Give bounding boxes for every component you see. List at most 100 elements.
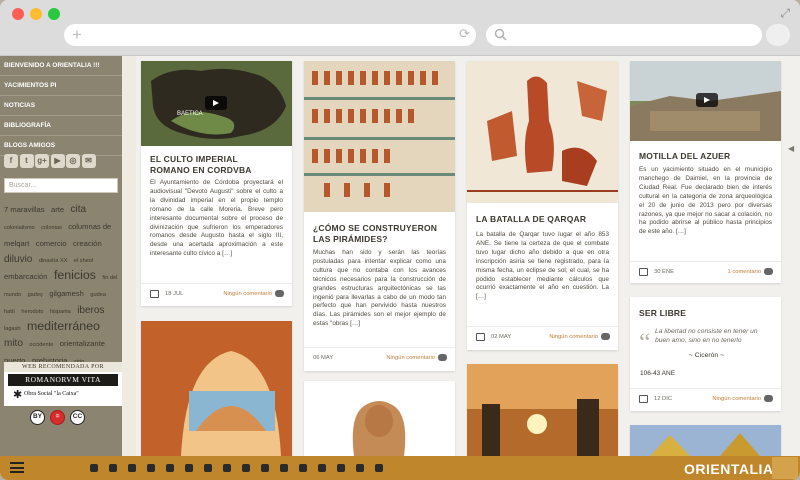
tag-link[interactable]: mediterráneo (27, 319, 100, 333)
tag-link[interactable]: iberos (77, 305, 104, 316)
clock-icon[interactable] (185, 464, 193, 472)
columns-icon[interactable] (204, 464, 212, 472)
comments-link[interactable]: Ningún comentario (386, 355, 435, 361)
sidebar-nav-item[interactable]: BIBLIOGRAFÍA (0, 116, 122, 136)
tools-icon[interactable] (147, 464, 155, 472)
sidebar-nav-item[interactable]: BLOGS AMIGOS (0, 136, 122, 156)
stack-icon[interactable] (280, 464, 288, 472)
refresh-icon[interactable] (356, 464, 364, 472)
post-title[interactable]: ¿CÓMO SE CONSTRUYERON LAS PIRÁMIDES? (313, 223, 448, 245)
comment-icon (764, 395, 773, 402)
mail-icon[interactable] (242, 464, 250, 472)
cc-by-icon[interactable]: BY (30, 410, 45, 425)
tag-link[interactable]: occidente (29, 342, 53, 348)
sphinx-image[interactable] (304, 381, 455, 456)
cc-nd-icon[interactable]: = (50, 410, 65, 425)
sidebar-nav-item[interactable]: YACIMIENTOS PI (0, 76, 122, 96)
play-icon[interactable] (205, 96, 227, 110)
comments-link[interactable]: Ningún comentario (712, 396, 761, 402)
facebook-icon[interactable]: f (4, 154, 18, 168)
menu-icon[interactable] (10, 462, 24, 473)
bank-icon[interactable] (223, 464, 231, 472)
tag-link[interactable]: gudea (90, 292, 106, 298)
tag-link[interactable]: herodoto (21, 309, 43, 315)
post-card[interactable]: BAETICA EL CULTO IMPERIAL ROMANO EN CORD… (141, 61, 292, 306)
tag-link[interactable]: 7 maravillas (4, 205, 45, 214)
cc-icon[interactable]: CC (70, 410, 85, 425)
instagram-icon[interactable]: ◎ (66, 154, 80, 168)
side-panel-toggle[interactable]: ◀ (788, 144, 794, 153)
tag-link[interactable]: colonialismo (4, 225, 35, 231)
tag-link[interactable]: orientalizante (60, 339, 105, 348)
site-brand[interactable]: ORIENTALIA (684, 461, 774, 477)
browser-menu-button[interactable] (766, 24, 790, 46)
tag-link[interactable]: arte (51, 205, 64, 214)
twitter-icon[interactable]: t (19, 154, 34, 168)
post-thumbnail[interactable]: BAETICA (141, 61, 292, 146)
comments-link[interactable]: 1 comentario (727, 269, 761, 275)
gear-icon[interactable] (166, 464, 174, 472)
home-icon[interactable] (90, 464, 98, 472)
tag-link[interactable]: cita (71, 204, 87, 215)
post-card[interactable]: ¿CÓMO SE CONSTRUYERON LAS PIRÁMIDES? Muc… (304, 61, 455, 371)
post-card[interactable]: MOTILLA DEL AZUER Es un yacimiento situa… (630, 61, 781, 283)
comments-link[interactable]: Ningún comentario (223, 291, 272, 297)
comments-link[interactable]: Ningún comentario (549, 334, 598, 340)
tag-link[interactable]: lagash (4, 326, 20, 332)
tag-link[interactable]: gilgamesh (49, 289, 84, 298)
tag-link[interactable]: gadeş (28, 292, 43, 298)
download-icon[interactable] (318, 464, 326, 472)
tag-link[interactable]: comercio (36, 239, 67, 248)
anchor-icon[interactable] (337, 464, 345, 472)
eye-icon[interactable] (128, 464, 136, 472)
minimize-window-button[interactable] (30, 8, 42, 20)
tag-link[interactable]: fenicios (54, 268, 96, 282)
post-title[interactable]: MOTILLA DEL AZUER (639, 151, 730, 162)
rock-arch-image[interactable] (141, 321, 292, 456)
tag-link[interactable]: dinastía XX (39, 258, 68, 264)
tag-link[interactable]: embarcación (4, 272, 47, 281)
email-icon[interactable]: ✉ (81, 154, 96, 168)
google-plus-icon[interactable]: g+ (35, 154, 49, 168)
resize-icon[interactable] (261, 464, 269, 472)
post-thumbnail[interactable] (467, 61, 618, 203)
tag-link[interactable]: colonias (41, 225, 62, 231)
tag-link[interactable]: el sheol (74, 258, 93, 264)
post-card[interactable] (304, 381, 455, 456)
painting-image[interactable] (630, 425, 781, 456)
post-title[interactable]: SER LIBRE (639, 308, 686, 319)
promo-banner[interactable]: ROMANORVM VITA ✱ Obra Social "la Caixa" (4, 372, 122, 406)
post-card[interactable] (467, 364, 618, 456)
post-card[interactable] (630, 425, 781, 456)
sidebar-nav-item[interactable]: NOTICIAS (0, 96, 122, 116)
post-thumbnail[interactable] (630, 61, 781, 141)
post-title[interactable]: LA BATALLA DE QARQAR (476, 214, 586, 225)
youtube-icon[interactable]: ▶ (50, 154, 65, 168)
post-card[interactable] (141, 321, 292, 456)
tag-link[interactable]: hattí (4, 309, 15, 315)
tag-link[interactable]: hispania (50, 309, 71, 315)
post-card[interactable]: LA BATALLA DE QARQAR La batalla de Qarqa… (467, 61, 618, 350)
browser-search-field[interactable] (486, 24, 762, 46)
rss-icon[interactable] (109, 464, 117, 472)
calendar-icon[interactable] (375, 464, 383, 472)
quote-card[interactable]: SER LIBRE “ La libertad no consiste en t… (630, 297, 781, 411)
tag-icon[interactable] (299, 464, 307, 472)
post-date: 06 MAY (313, 355, 334, 361)
post-title[interactable]: EL CULTO IMPERIAL ROMANO EN CORDVBA (150, 154, 280, 176)
new-tab-icon[interactable]: + (72, 25, 82, 45)
megalith-sunset-image[interactable] (467, 364, 618, 456)
sidebar: BIENVENIDO A ORIENTALIA !!! YACIMIENTOS P… (0, 56, 122, 456)
address-bar[interactable]: + ⟳ (64, 24, 476, 46)
tag-link[interactable]: diluvio (4, 254, 32, 266)
post-thumbnail[interactable] (304, 61, 455, 212)
reload-icon[interactable]: ⟳ (459, 26, 470, 42)
sidebar-search-input[interactable]: Buscar... (4, 178, 118, 193)
sidebar-nav-item[interactable]: BIENVENIDO A ORIENTALIA !!! (0, 56, 122, 76)
close-window-button[interactable] (12, 8, 24, 20)
tag-link[interactable]: mito (4, 338, 23, 350)
play-icon[interactable] (696, 93, 718, 107)
fullscreen-icon[interactable]: ⤢ (780, 6, 790, 21)
maximize-window-button[interactable] (48, 8, 60, 20)
tag-link[interactable]: creación (73, 239, 102, 248)
